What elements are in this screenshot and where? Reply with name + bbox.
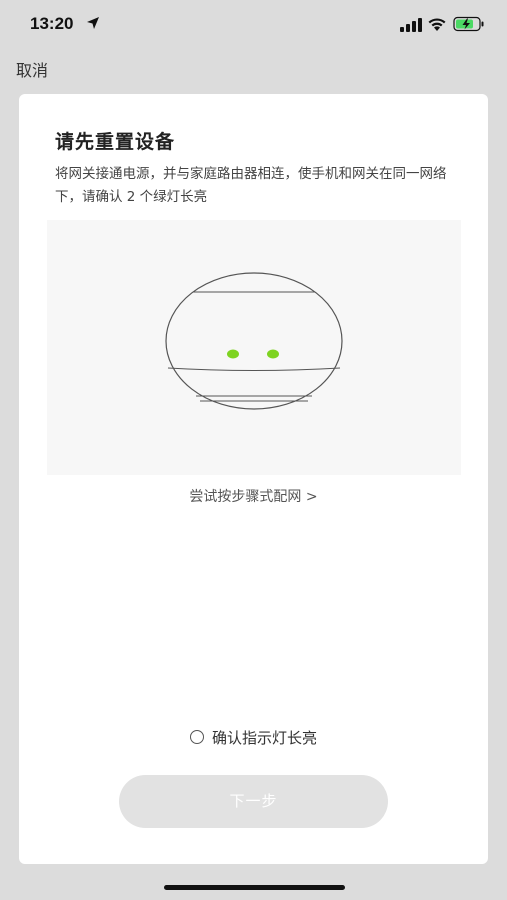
step-by-step-setup-link[interactable]: 尝试按步骤式配网 > (19, 486, 488, 506)
gateway-device-image (165, 272, 343, 410)
location-arrow-icon (87, 17, 99, 29)
page-title: 请先重置设备 (55, 131, 176, 153)
confirm-led-label: 确认指示灯长亮 (211, 729, 317, 747)
cellular-signal-icon (400, 18, 422, 32)
battery-charging-icon (453, 16, 484, 32)
reset-device-card: 请先重置设备 将网关接通电源，并与家庭路由器相连，使手机和网关在同一网络下，请确… (19, 94, 488, 864)
instruction-text: 将网关接通电源，并与家庭路由器相连，使手机和网关在同一网络下，请确认 2 个绿灯… (55, 166, 447, 205)
cancel-button[interactable]: 取消 (16, 57, 48, 81)
radio-circle-icon[interactable] (189, 730, 204, 744)
next-step-button[interactable]: 下一步 (119, 775, 388, 828)
confirm-led-checkbox[interactable]: 确认指示灯长亮 (19, 727, 488, 748)
status-time: 13:20 (30, 14, 74, 33)
status-bar: 13:20 (0, 0, 507, 50)
gateway-illustration (47, 220, 461, 475)
wifi-icon (428, 18, 446, 31)
home-indicator (164, 885, 345, 890)
led-indicator-left (227, 349, 239, 359)
led-indicator-right (267, 349, 279, 359)
